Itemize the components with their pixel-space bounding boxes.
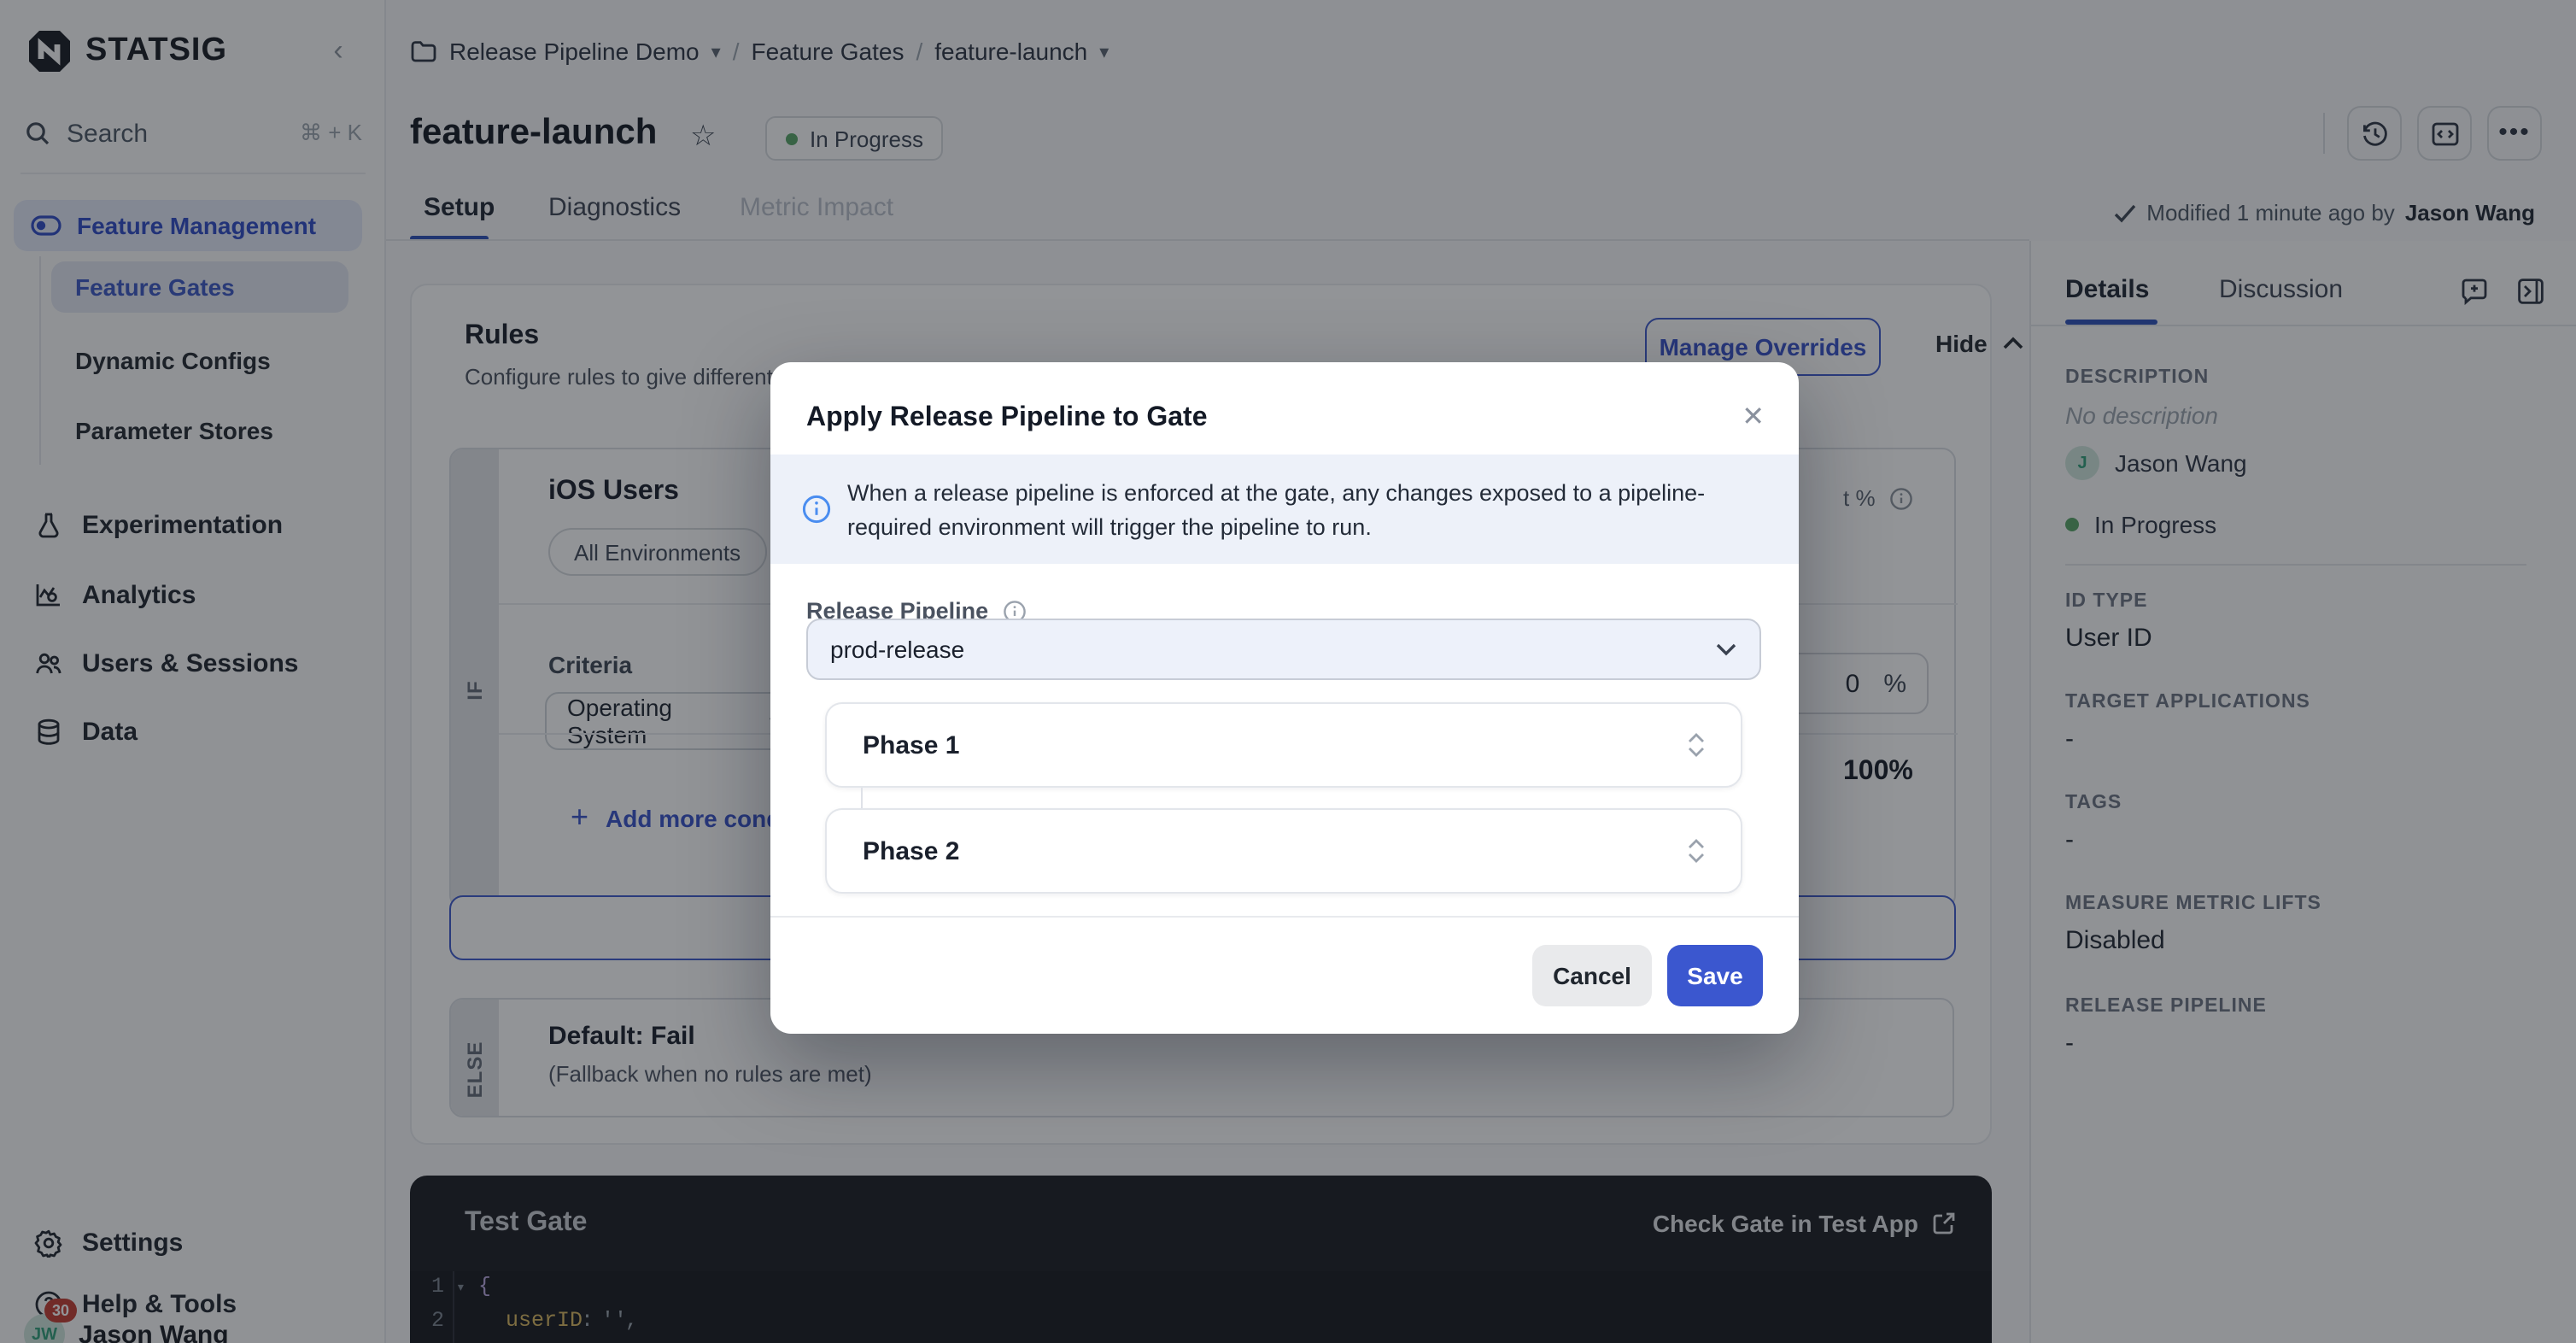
phase-label: Phase 1 <box>863 730 959 759</box>
pipeline-select[interactable]: prod-release <box>806 619 1761 680</box>
save-button[interactable]: Save <box>1667 945 1763 1006</box>
info-text: When a release pipeline is enforced at t… <box>847 477 1770 543</box>
cancel-button[interactable]: Cancel <box>1532 945 1652 1006</box>
phase-2-card[interactable]: Phase 2 <box>825 808 1742 894</box>
pipeline-selected-value: prod-release <box>830 636 964 663</box>
phase-1-card[interactable]: Phase 1 <box>825 702 1742 788</box>
info-icon <box>801 494 832 525</box>
statsig-app: STATSIG ‹ Search ⌘ + K Feature Managemen… <box>0 0 2576 1343</box>
info-banner: When a release pipeline is enforced at t… <box>770 455 1799 564</box>
apply-release-pipeline-modal: Apply Release Pipeline to Gate ✕ When a … <box>770 362 1799 1034</box>
modal-title: Apply Release Pipeline to Gate <box>806 403 1208 434</box>
chevron-down-icon <box>1715 642 1737 656</box>
modal-footer-divider <box>770 916 1799 918</box>
sort-arrows-icon[interactable] <box>1688 839 1705 863</box>
phase-label: Phase 2 <box>863 836 959 865</box>
phase-connector <box>861 788 863 810</box>
close-icon[interactable]: ✕ <box>1742 400 1765 434</box>
sort-arrows-icon[interactable] <box>1688 733 1705 757</box>
